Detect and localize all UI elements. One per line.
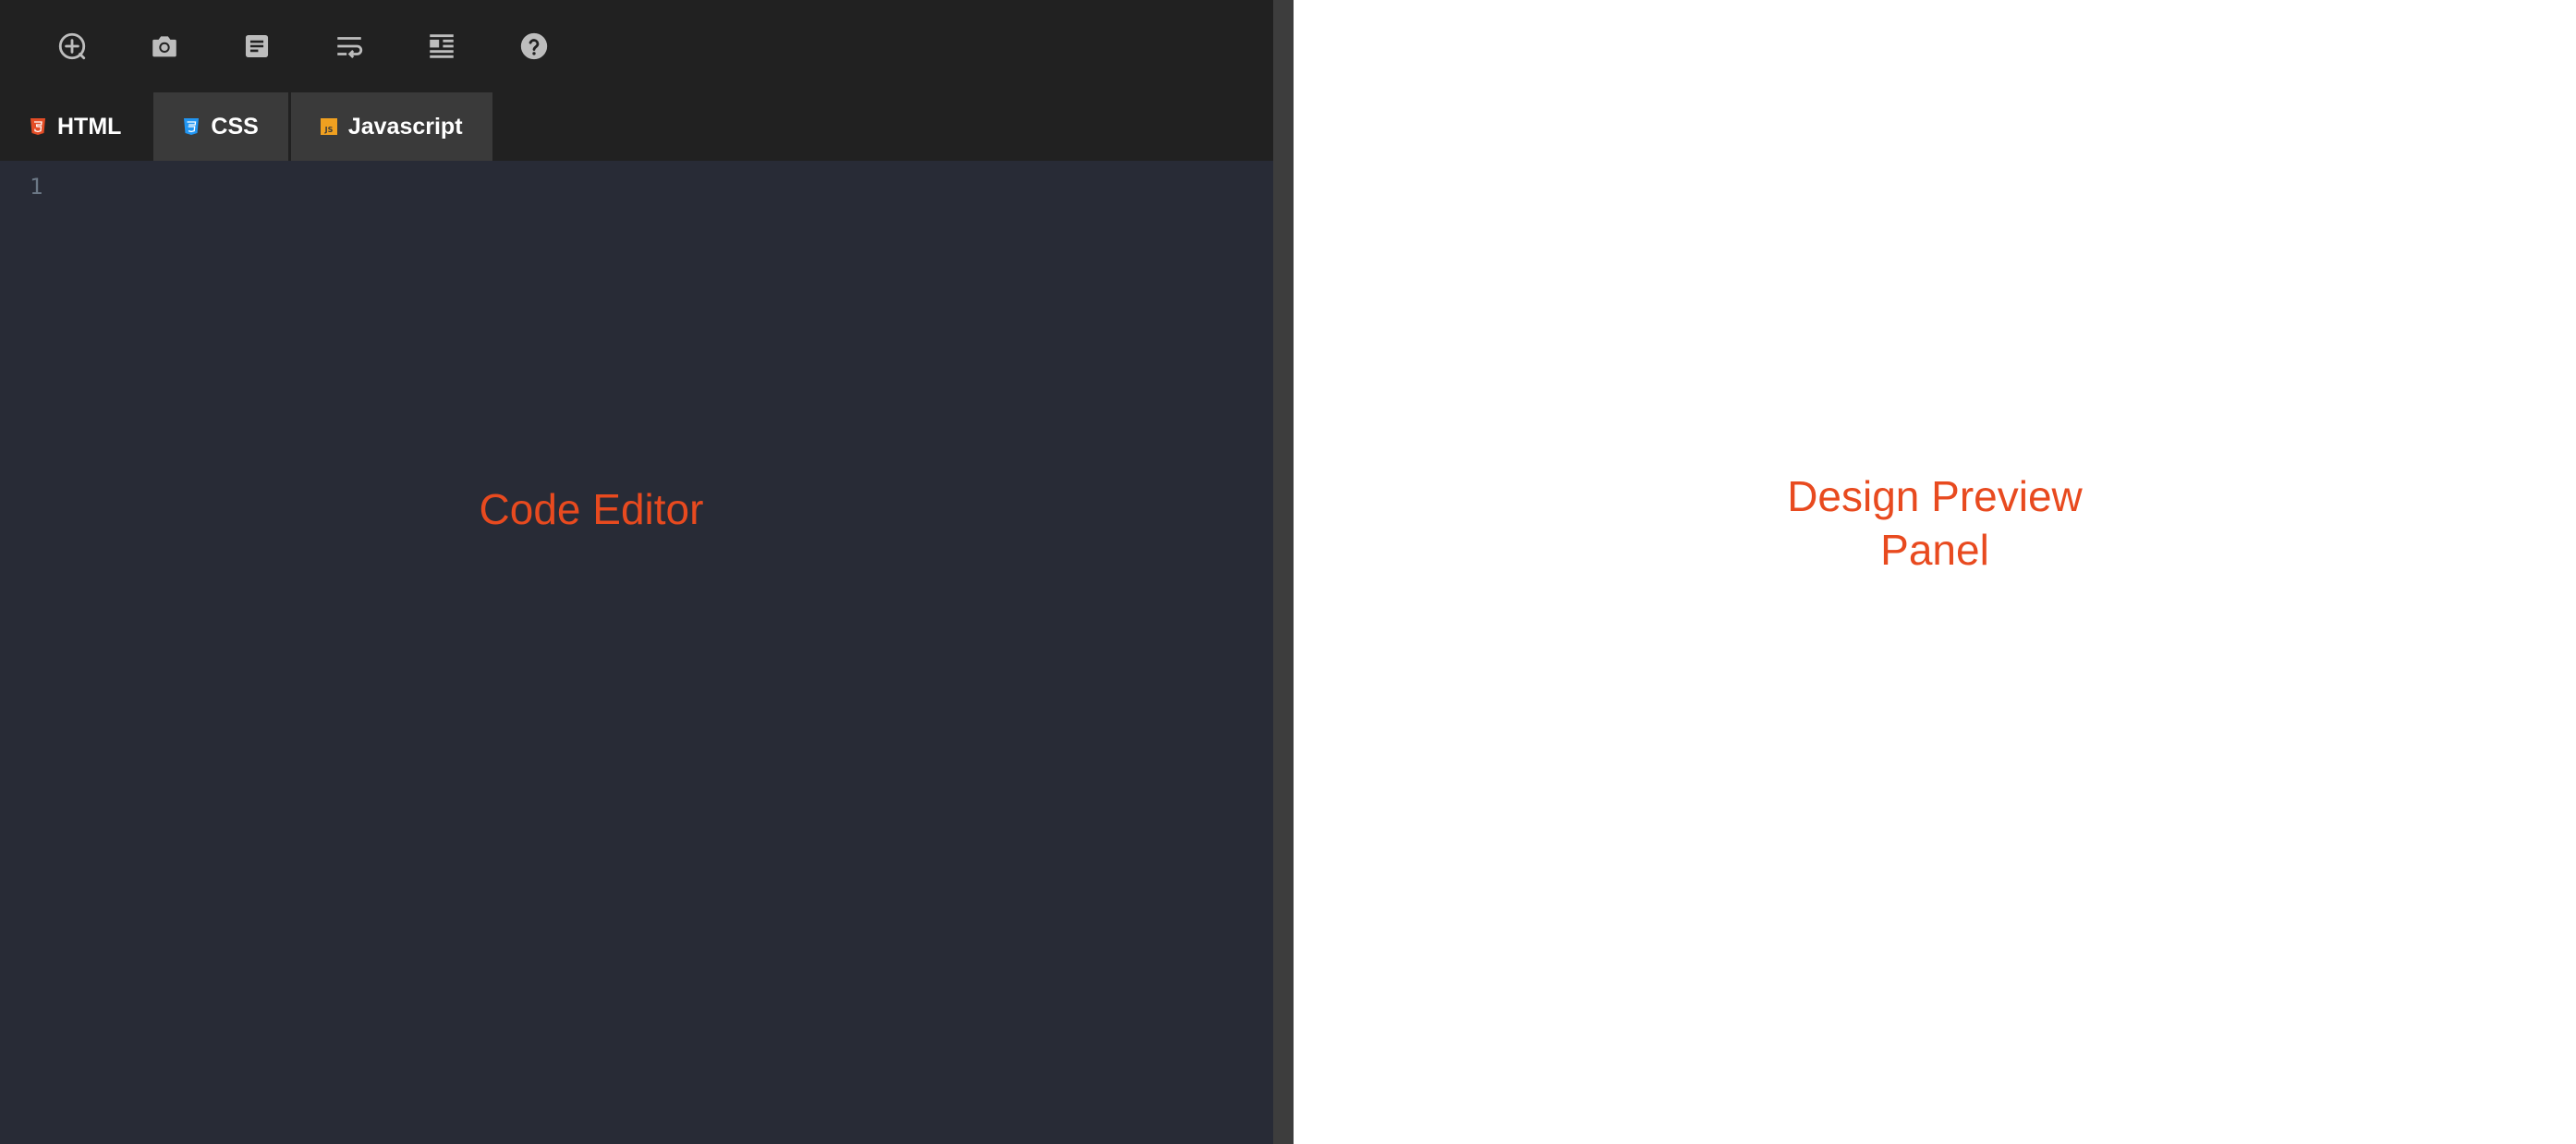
camera-icon xyxy=(152,36,176,57)
tab-javascript-label: Javascript xyxy=(347,113,463,140)
design-preview-panel: Design Preview Panel xyxy=(1294,0,2576,1144)
help-icon xyxy=(520,32,548,60)
add-circle-icon xyxy=(58,32,86,60)
code-playground-app: HTML CSS JS Javascript 1 Code Editor Des… xyxy=(0,0,2576,1144)
tab-css[interactable]: CSS xyxy=(153,92,291,161)
toolbar xyxy=(0,0,1273,92)
editor-pane: HTML CSS JS Javascript 1 Code Editor xyxy=(0,0,1273,1144)
document-icon xyxy=(245,34,269,58)
design-preview-label-line1: Design Preview xyxy=(1787,472,2083,520)
tab-bar: HTML CSS JS Javascript xyxy=(0,92,1273,161)
help-button[interactable] xyxy=(488,0,580,92)
line-number: 1 xyxy=(30,174,43,200)
line-number-gutter: 1 xyxy=(0,161,65,200)
tab-javascript[interactable]: JS Javascript xyxy=(290,92,495,161)
panel-resize-divider[interactable] xyxy=(1273,0,1294,1144)
html5-icon xyxy=(30,118,45,135)
wrap-text-icon xyxy=(337,37,363,59)
new-button[interactable] xyxy=(26,0,118,92)
screenshot-button[interactable] xyxy=(118,0,211,92)
format-button[interactable] xyxy=(395,0,488,92)
document-button[interactable] xyxy=(211,0,303,92)
wrap-text-button[interactable] xyxy=(303,0,395,92)
code-editor-label: Code Editor xyxy=(479,485,704,533)
css3-icon xyxy=(184,118,200,135)
code-editor[interactable]: 1 Code Editor xyxy=(0,161,1273,1144)
tab-html-label: HTML xyxy=(57,113,122,140)
tab-css-label: CSS xyxy=(211,113,259,140)
design-preview-label-line2: Panel xyxy=(1880,526,1989,574)
svg-text:JS: JS xyxy=(323,126,333,134)
js-icon: JS xyxy=(320,118,337,135)
tab-html[interactable]: HTML xyxy=(0,92,154,161)
design-preview-label: Design Preview Panel xyxy=(1294,469,2576,577)
format-align-icon xyxy=(430,34,454,58)
